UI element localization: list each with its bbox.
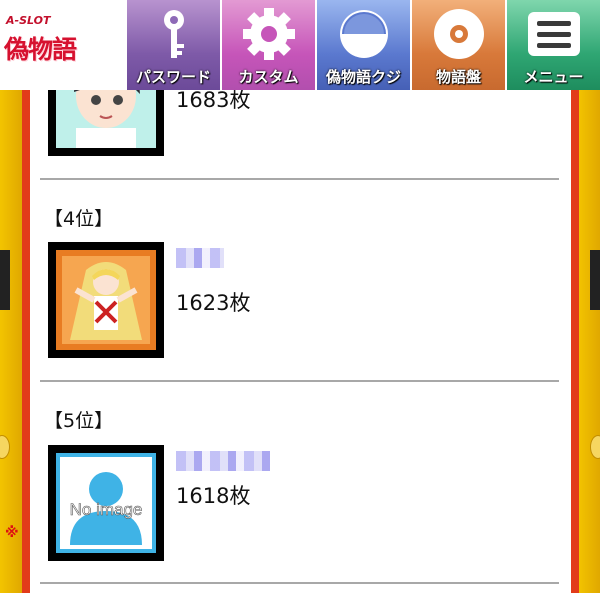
no-image-label: No image <box>70 500 143 519</box>
nav-password-button[interactable]: パスワード <box>125 0 220 90</box>
key-icon <box>163 10 184 58</box>
coin-count: 1618枚 <box>176 484 251 508</box>
disc-icon <box>433 9 484 59</box>
gear-icon <box>242 8 295 60</box>
half-circle-icon <box>339 10 388 58</box>
nav-label: パスワード <box>135 68 211 86</box>
left-frame: ※ <box>0 90 22 593</box>
left-notch <box>0 250 10 310</box>
rank-label: 【5位】 <box>44 410 114 432</box>
logo-title: 偽物語 <box>4 35 77 64</box>
nav-label: 物語盤 <box>435 68 481 86</box>
nav-monogatari-ban-button[interactable]: 物語盤 <box>410 0 505 90</box>
username-redacted <box>176 248 224 268</box>
coin-count: 1623枚 <box>176 291 251 315</box>
divider <box>40 582 559 584</box>
nav-kuji-button[interactable]: 偽物語クジ <box>315 0 410 90</box>
top-navigation: A-SLOT 偽物語 パスワード カスタム 偽物語クジ 物語盤 メニュー <box>0 0 600 90</box>
divider <box>40 380 559 382</box>
nav-label: カスタム <box>238 68 299 86</box>
menu-icon <box>527 12 580 56</box>
nav-menu-button[interactable]: メニュー <box>505 0 600 90</box>
logo-small-text: A-SLOT <box>6 14 51 27</box>
left-stud <box>0 435 10 459</box>
right-stud <box>590 435 600 459</box>
nav-label: 偽物語クジ <box>325 68 401 86</box>
asterisk-mark: ※ <box>5 525 19 541</box>
username-redacted <box>176 451 270 471</box>
character-blonde-icon[interactable] <box>48 242 164 358</box>
nav-custom-button[interactable]: カスタム <box>220 0 315 90</box>
right-notch <box>590 250 600 310</box>
divider <box>40 178 559 180</box>
no-image-icon[interactable]: No image <box>48 445 164 561</box>
right-frame <box>578 90 600 593</box>
nav-label: メニュー <box>523 68 584 86</box>
rank-label: 【4位】 <box>44 208 114 230</box>
logo[interactable]: A-SLOT 偽物語 <box>0 0 125 90</box>
